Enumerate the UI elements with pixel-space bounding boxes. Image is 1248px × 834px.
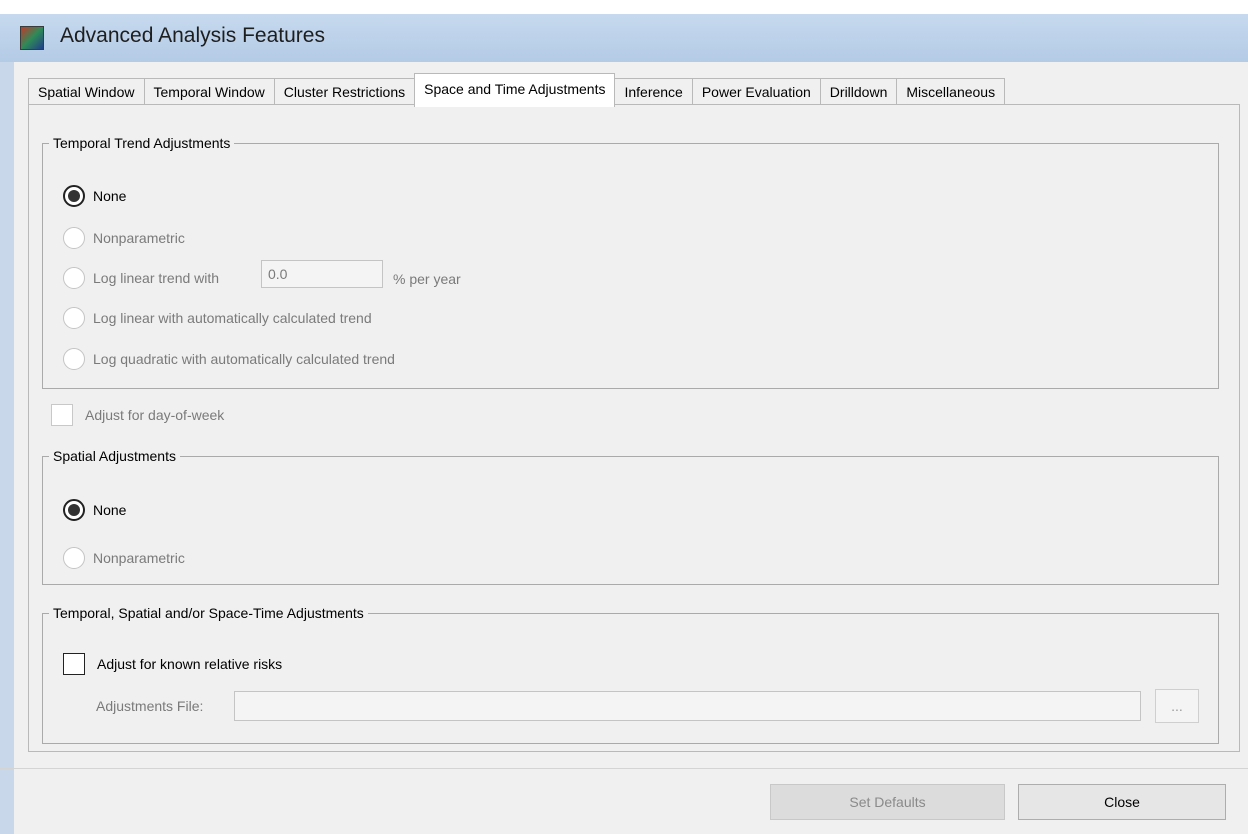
window-title: Advanced Analysis Features	[60, 24, 325, 47]
temporal-nonparametric-label: Nonparametric	[93, 230, 185, 246]
relative-risks-label: Adjust for known relative risks	[97, 656, 283, 672]
radio-empty-icon	[63, 547, 85, 569]
day-of-week-label: Adjust for day-of-week	[85, 407, 225, 423]
temporal-nonparametric-radio[interactable]: Nonparametric	[63, 227, 185, 249]
spatial-none-label: None	[93, 502, 127, 518]
top-window-strip	[0, 0, 1248, 15]
temporal-log-linear-auto-radio[interactable]: Log linear with automatically calculated…	[63, 307, 372, 329]
tab-spatial-window[interactable]: Spatial Window	[28, 78, 145, 105]
set-defaults-button[interactable]: Set Defaults	[770, 784, 1005, 820]
footer-divider	[0, 768, 1248, 769]
app-globe-icon	[20, 26, 44, 50]
spatial-adjustments-group: Spatial Adjustments	[42, 448, 1219, 585]
temporal-log-quadratic-radio[interactable]: Log quadratic with automatically calcula…	[63, 348, 395, 370]
tab-cluster-restrictions[interactable]: Cluster Restrictions	[273, 78, 416, 105]
temporal-none-label: None	[93, 188, 127, 204]
title-bar: Advanced Analysis Features	[0, 14, 1248, 62]
relative-risks-checkbox[interactable]: Adjust for known relative risks	[63, 653, 282, 675]
spatial-adjustments-legend: Spatial Adjustments	[53, 448, 176, 464]
tab-space-time-adjustments[interactable]: Space and Time Adjustments	[414, 73, 616, 107]
tab-temporal-window[interactable]: Temporal Window	[143, 78, 275, 105]
temporal-log-quadratic-label: Log quadratic with automatically calcula…	[93, 351, 395, 367]
tab-drilldown[interactable]: Drilldown	[819, 78, 898, 105]
checkbox-empty-icon	[63, 653, 85, 675]
radio-empty-icon	[63, 227, 85, 249]
radio-empty-icon	[63, 307, 85, 329]
parent-window-edge	[0, 62, 14, 834]
adjustments-file-label: Adjustments File:	[96, 698, 204, 714]
temporal-log-linear-label: Log linear trend with	[93, 270, 220, 286]
browse-file-button[interactable]: ...	[1155, 689, 1199, 723]
temporal-trend-legend: Temporal Trend Adjustments	[53, 135, 231, 151]
tab-inference[interactable]: Inference	[614, 78, 693, 105]
tab-strip: Spatial Window Temporal Window Cluster R…	[28, 73, 1006, 107]
temporal-log-linear-radio[interactable]: Log linear trend with	[63, 267, 219, 289]
radio-empty-icon	[63, 348, 85, 370]
temporal-log-linear-auto-label: Log linear with automatically calculated…	[93, 310, 372, 326]
radio-selected-icon	[63, 185, 85, 207]
tab-power-evaluation[interactable]: Power Evaluation	[691, 78, 821, 105]
spatial-none-radio[interactable]: None	[63, 499, 126, 521]
temporal-none-radio[interactable]: None	[63, 185, 126, 207]
space-time-adjustments-legend: Temporal, Spatial and/or Space-Time Adju…	[53, 605, 364, 621]
percent-per-year-label: % per year	[393, 271, 461, 287]
adjustments-file-input[interactable]	[234, 691, 1141, 721]
tab-panel: Temporal Trend Adjustments None Nonparam…	[28, 104, 1240, 752]
tab-miscellaneous[interactable]: Miscellaneous	[896, 78, 1006, 105]
radio-empty-icon	[63, 267, 85, 289]
checkbox-empty-icon	[51, 404, 73, 426]
spatial-nonparametric-label: Nonparametric	[93, 550, 185, 566]
log-linear-percent-input[interactable]: 0.0	[261, 260, 383, 288]
day-of-week-checkbox[interactable]: Adjust for day-of-week	[51, 404, 224, 426]
radio-selected-icon	[63, 499, 85, 521]
spatial-nonparametric-radio[interactable]: Nonparametric	[63, 547, 185, 569]
close-button[interactable]: Close	[1018, 784, 1226, 820]
